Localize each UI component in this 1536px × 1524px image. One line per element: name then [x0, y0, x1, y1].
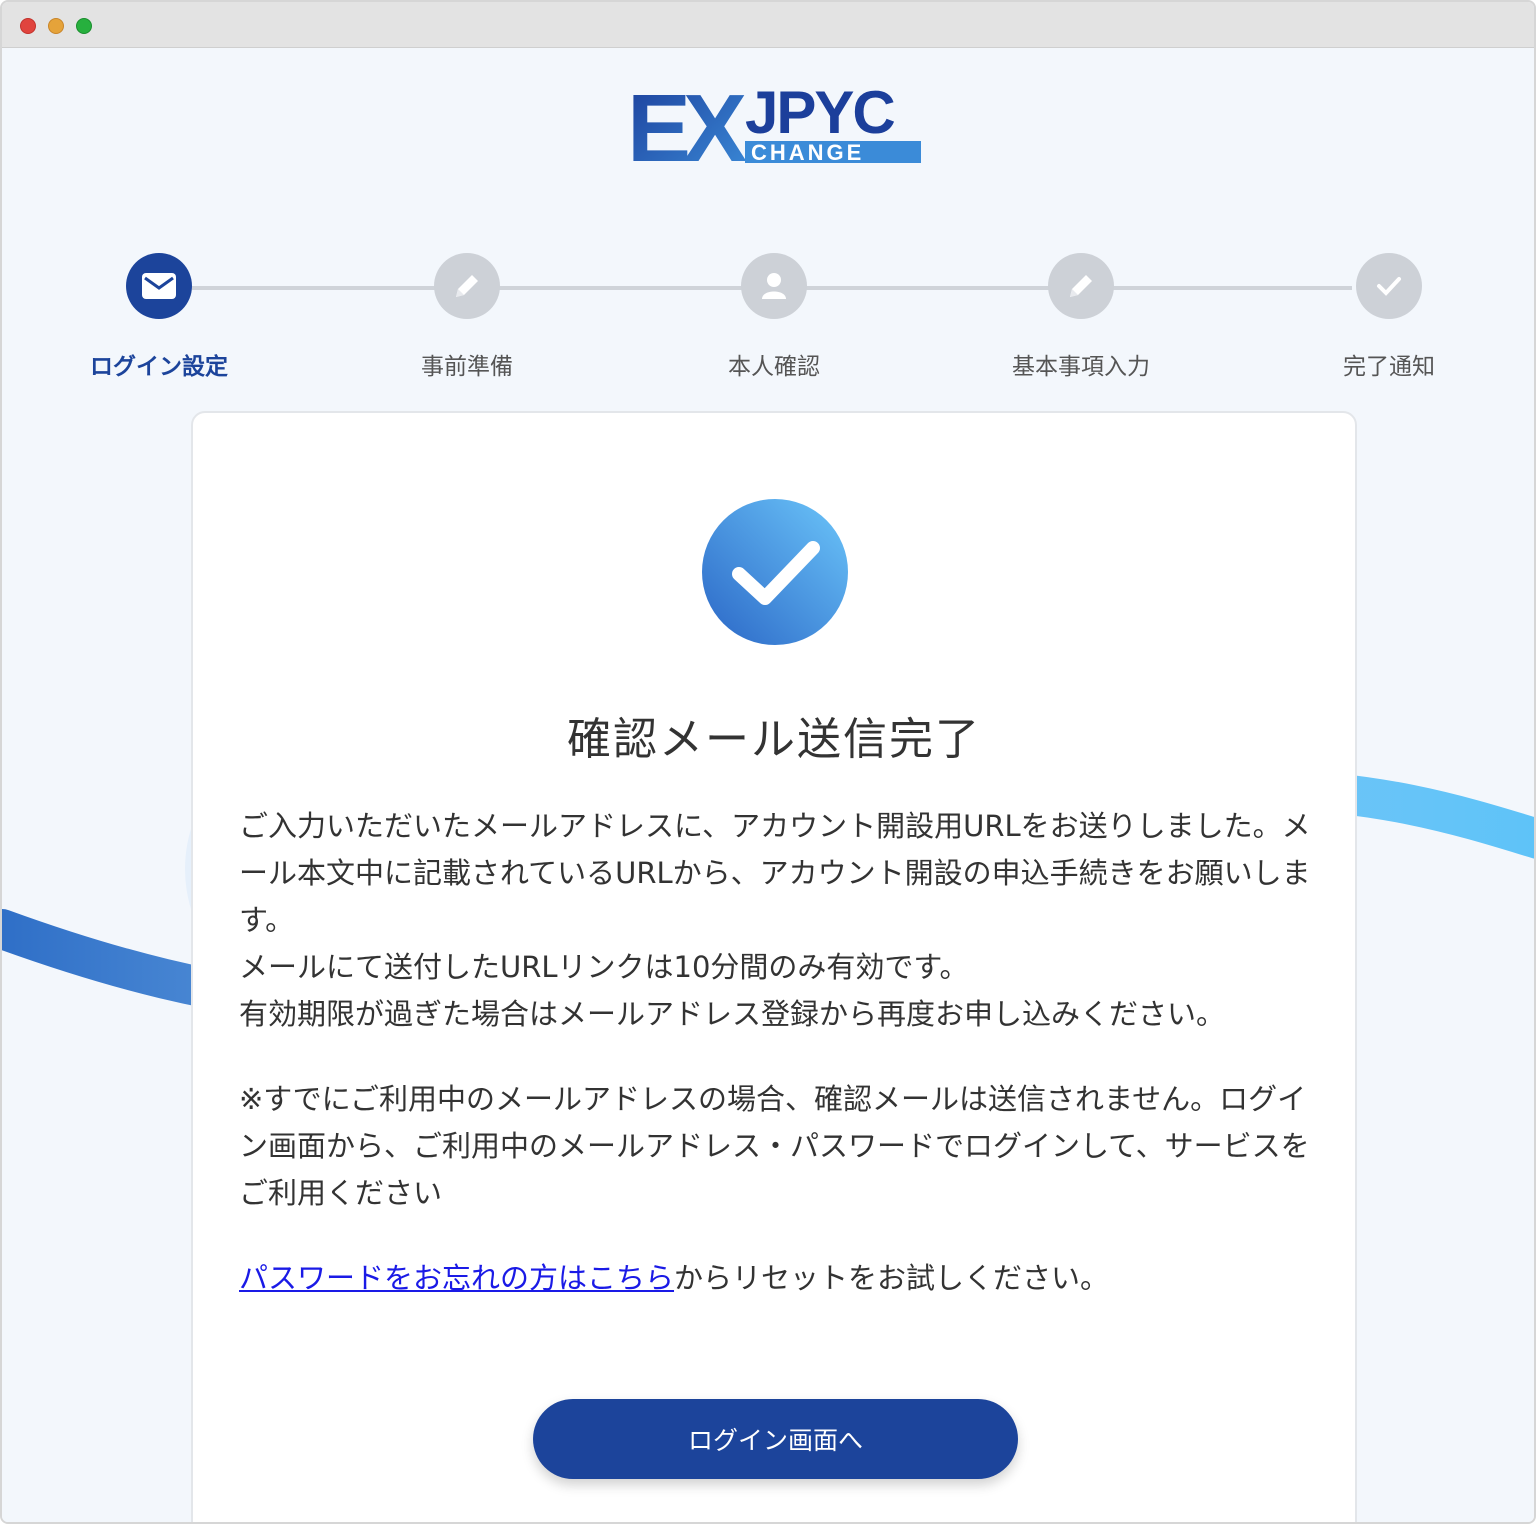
step-label: ログイン設定	[90, 354, 228, 380]
pencil-icon	[1048, 253, 1114, 319]
message-paragraph: 有効期限が過ぎた場合はメールアドレス登録から再度お申し込みください。	[239, 997, 1226, 1031]
step-completion: 完了通知	[1289, 253, 1489, 381]
step-login-settings: ログイン設定	[59, 253, 259, 381]
page-content: EX JPYC CHANGE ログイン設定 事前準備 本人確認 基本事項入力 完…	[2, 49, 1534, 1522]
message-body: ご入力いただいたメールアドレスに、アカウント開設用URLをお送りしました。メール…	[239, 803, 1319, 1302]
person-icon	[741, 253, 807, 319]
step-label: 完了通知	[1343, 354, 1435, 380]
step-label: 事前準備	[421, 354, 513, 380]
pencil-icon	[434, 253, 500, 319]
confirmation-card: 確認メール送信完了 ご入力いただいたメールアドレスに、アカウント開設用URLをお…	[191, 411, 1357, 1522]
svg-text:CHANGE: CHANGE	[751, 140, 864, 165]
title-bar	[2, 2, 1534, 48]
message-paragraph: メールにて送付したURLリンクは10分間のみ有効です。	[239, 950, 969, 984]
mail-icon	[126, 253, 192, 319]
step-preparation: 事前準備	[367, 253, 567, 381]
step-basic-info: 基本事項入力	[981, 253, 1181, 381]
message-paragraph: ご入力いただいたメールアドレスに、アカウント開設用URLをお送りしました。メール…	[239, 809, 1311, 937]
browser-window: EX JPYC CHANGE ログイン設定 事前準備 本人確認 基本事項入力 完…	[0, 0, 1536, 1524]
check-icon	[1356, 253, 1422, 319]
step-label: 基本事項入力	[1012, 354, 1150, 380]
jpyc-exchange-logo: EX JPYC CHANGE	[627, 81, 921, 165]
svg-text:EX: EX	[627, 81, 747, 165]
page-title: 確認メール送信完了	[567, 714, 981, 765]
message-paragraph: ※すでにご利用中のメールアドレスの場合、確認メールは送信されません。ログイン画面…	[239, 1082, 1310, 1210]
login-screen-button[interactable]: ログイン画面へ	[533, 1399, 1018, 1479]
reset-line: パスワードをお忘れの方はこちらからリセットをお試しください。	[239, 1255, 1319, 1302]
forgot-password-link[interactable]: パスワードをお忘れの方はこちら	[239, 1261, 674, 1295]
maximize-window-button[interactable]	[76, 18, 92, 34]
minimize-window-button[interactable]	[48, 18, 64, 34]
close-window-button[interactable]	[20, 18, 36, 34]
step-label: 本人確認	[728, 354, 820, 380]
success-check-icon	[702, 499, 848, 645]
svg-text:JPYC: JPYC	[745, 81, 894, 146]
step-identity-verification: 本人確認	[674, 253, 874, 381]
reset-suffix: からリセットをお試しください。	[674, 1261, 1110, 1295]
